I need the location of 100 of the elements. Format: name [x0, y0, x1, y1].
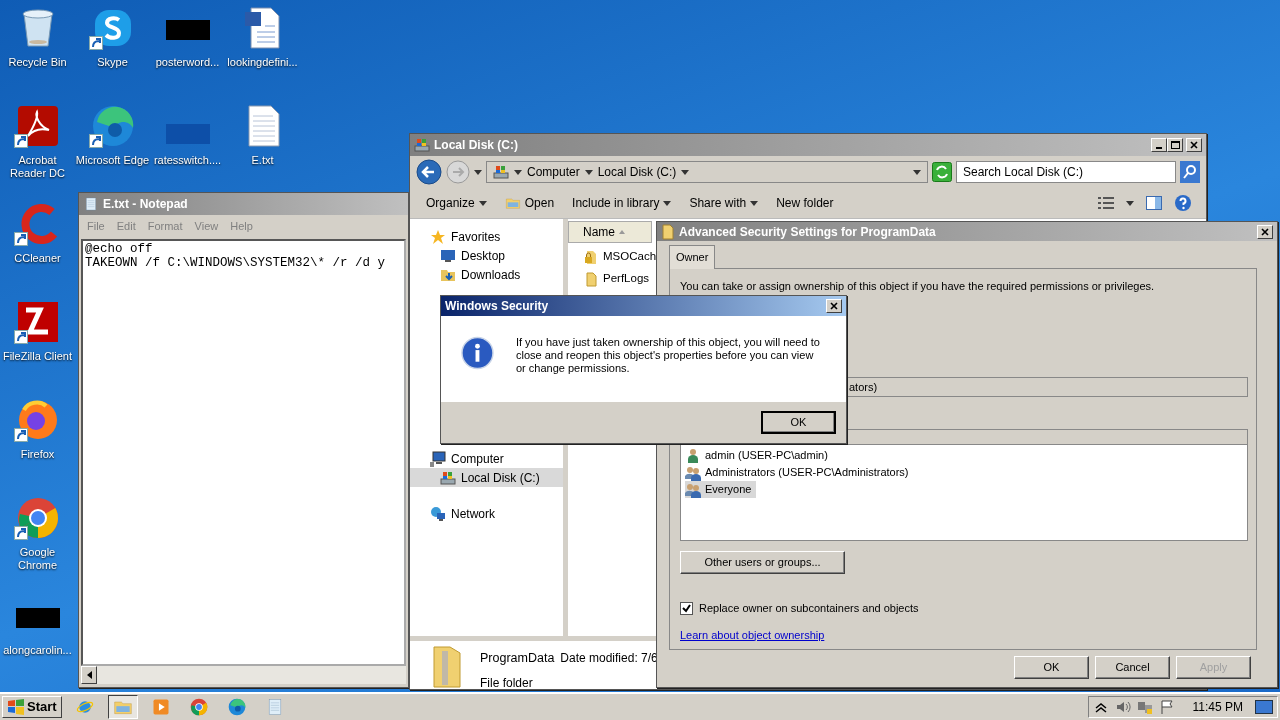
- dialog-button[interactable]: OK: [1014, 656, 1089, 679]
- other-users-button[interactable]: Other users or groups...: [680, 551, 845, 574]
- folder-icon: [661, 223, 675, 240]
- chrome-icon: [188, 697, 209, 717]
- back-button[interactable]: [416, 159, 442, 185]
- volume-icon[interactable]: [1114, 699, 1131, 715]
- window-title: E.txt - Notepad: [103, 196, 188, 213]
- nav-item[interactable]: Desktop: [410, 246, 563, 265]
- icon-label[interactable]: ratesswitch....: [153, 154, 222, 167]
- close-button[interactable]: [826, 299, 842, 313]
- nav-item[interactable]: Favorites: [410, 227, 563, 246]
- owner-list[interactable]: admin (USER-PC\admin) Administrators (USER-PC\Administrators) Everyone: [680, 445, 1248, 541]
- text-line: @echo off: [85, 241, 154, 256]
- edge-icon: [226, 697, 247, 717]
- list-item[interactable]: Administrators (USER-PC\Administrators): [685, 464, 914, 481]
- monitor-icon: [440, 247, 456, 264]
- icon-label[interactable]: Firefox: [20, 448, 55, 461]
- search-field[interactable]: Search Local Disk (C:): [956, 161, 1176, 183]
- drive-icon: [440, 469, 456, 486]
- scroll-left-button[interactable]: [81, 666, 97, 684]
- windows-logo-icon: [7, 699, 25, 715]
- caret-icon: [663, 200, 672, 206]
- text-line: TAKEOWN /f C:\WINDOWS\SYSTEM32\* /r /d y: [85, 255, 387, 270]
- network-icon: [430, 505, 446, 522]
- sort-arrow-icon: [619, 230, 625, 234]
- taskbar-button[interactable]: [107, 695, 138, 719]
- toolbar-button[interactable]: Share with: [687, 192, 761, 214]
- checkbox-label[interactable]: Replace owner on subcontainers and objects: [699, 600, 919, 617]
- refresh-button[interactable]: [932, 162, 952, 182]
- flag-icon[interactable]: [1158, 699, 1175, 715]
- icon-label[interactable]: Skype: [97, 56, 128, 69]
- toolbar-button[interactable]: Include in library: [570, 192, 674, 214]
- caret-icon: [474, 169, 482, 175]
- breadcrumb-item[interactable]: Local Disk (C:): [597, 163, 677, 181]
- drive-icon: [493, 164, 509, 180]
- file-type: File folder: [480, 674, 534, 692]
- icon-label[interactable]: alongcarolin...: [3, 644, 72, 657]
- toolbar-button[interactable]: Organize: [424, 192, 489, 214]
- help-icon[interactable]: [1174, 194, 1192, 212]
- window-title: Local Disk (C:): [434, 137, 518, 154]
- toolbar-button[interactable]: Open: [502, 192, 557, 214]
- nav-item[interactable]: Local Disk (C:): [410, 468, 563, 487]
- column-header[interactable]: Name: [568, 221, 652, 243]
- minimize-button[interactable]: [1151, 138, 1167, 152]
- icon-label[interactable]: Microsoft Edge: [75, 154, 150, 167]
- list-item[interactable]: admin (USER-PC\admin): [685, 447, 833, 464]
- nav-item[interactable]: Computer: [410, 449, 563, 468]
- caret-icon: [750, 200, 759, 206]
- icon-label[interactable]: E.txt: [251, 154, 274, 167]
- close-button[interactable]: [1186, 138, 1202, 152]
- icon-label[interactable]: Recycle Bin: [8, 56, 67, 69]
- checkbox[interactable]: [680, 601, 693, 615]
- caret-icon: [514, 169, 522, 175]
- computer-icon: [430, 450, 446, 467]
- maximize-icon: [1170, 141, 1180, 149]
- icon-label[interactable]: Google Chrome: [0, 546, 75, 572]
- star-icon: [430, 228, 446, 245]
- maximize-button[interactable]: [1167, 138, 1183, 152]
- nav-item[interactable]: Downloads: [410, 265, 563, 284]
- caret-icon: [913, 170, 921, 176]
- icon-label[interactable]: Acrobat Reader DC: [0, 154, 75, 180]
- folder-item[interactable]: MSOCach: [568, 246, 657, 268]
- nav-item[interactable]: Network: [410, 504, 563, 523]
- icon-label[interactable]: FileZilla Client: [2, 350, 73, 363]
- help-link[interactable]: Learn about object ownership: [680, 626, 825, 643]
- file-name: ProgramData: [480, 650, 555, 667]
- user-group-icon: [685, 464, 701, 481]
- search-icon[interactable]: [1180, 161, 1200, 183]
- icon-label[interactable]: CCleaner: [14, 252, 61, 265]
- ok-button[interactable]: OK: [761, 411, 836, 434]
- user-icon: [685, 447, 701, 464]
- caret-icon: [478, 200, 487, 206]
- folder-icon: [584, 271, 600, 287]
- start-button[interactable]: Start: [2, 696, 62, 718]
- folder-icon: [504, 195, 521, 211]
- icon-label[interactable]: posterword...: [155, 56, 220, 69]
- notepad-icon: [83, 196, 99, 212]
- caret-icon: [1126, 200, 1134, 206]
- dialog-button[interactable]: Cancel: [1095, 656, 1170, 679]
- address-bar[interactable]: Computer Local Disk (C:): [486, 161, 928, 183]
- scroll-left-icon: [86, 671, 92, 679]
- drive-icon: [414, 137, 430, 153]
- folder-item[interactable]: PerfLogs: [568, 268, 650, 290]
- preview-pane-icon[interactable]: [1146, 196, 1162, 210]
- close-button[interactable]: [1257, 224, 1273, 239]
- icon-label[interactable]: lookingdefini...: [227, 56, 298, 69]
- close-icon: [1261, 227, 1269, 236]
- toolbar-button[interactable]: New folder: [774, 192, 836, 214]
- show-desktop-button[interactable]: [1255, 700, 1273, 714]
- window-title: Windows Security: [445, 298, 549, 315]
- info-icon: [461, 336, 494, 370]
- text-editor[interactable]: @echo off TAKEOWN /f C:\WINDOWS\SYSTEM32\* /r /d y: [81, 238, 406, 666]
- user-group-icon: [685, 481, 701, 498]
- list-item[interactable]: Everyone: [685, 481, 757, 498]
- breadcrumb-item[interactable]: Computer: [527, 163, 580, 181]
- caret-icon: [584, 169, 593, 175]
- tab[interactable]: Owner: [669, 245, 716, 269]
- view-options-icon[interactable]: [1098, 196, 1114, 210]
- network-icon[interactable]: [1136, 699, 1153, 715]
- close-icon: [830, 302, 838, 310]
